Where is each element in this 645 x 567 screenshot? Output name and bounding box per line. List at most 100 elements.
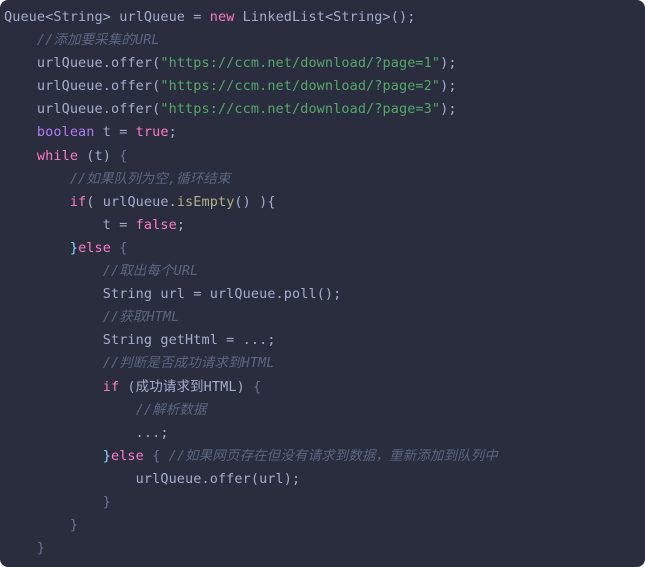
code-token: ( <box>86 193 103 210</box>
code-line: //如果队列为空,循环结束 <box>0 168 645 191</box>
code-token: false <box>135 216 177 233</box>
code-token: //获取HTML <box>102 309 180 326</box>
code-token: if <box>102 378 120 395</box>
code-token: url <box>152 286 194 303</box>
code-token: isEmpty <box>176 193 235 210</box>
code-line: } <box>0 491 645 514</box>
code-line: }else { <box>0 237 645 260</box>
code-token: String <box>333 9 383 25</box>
code-token: offer <box>110 101 153 118</box>
code-line: urlQueue.offer("https://ccm.net/download… <box>0 98 645 121</box>
code-token: //如果队列为空,循环结束 <box>69 170 231 187</box>
code-token: //如果网页存在但没有请求到数据，重新添加到队列中 <box>168 447 498 464</box>
code-token: = <box>119 124 136 141</box>
code-token: (t) <box>78 147 120 164</box>
code-token: "https://ccm.net/download/?page=1" <box>160 55 441 72</box>
code-token: "https://ccm.net/download/?page=3" <box>160 101 441 118</box>
code-token: >(); <box>382 9 416 25</box>
code-token: . <box>102 55 111 72</box>
code-line: urlQueue.offer("https://ccm.net/download… <box>0 52 645 75</box>
code-token: ); <box>440 78 457 95</box>
code-token: urlQueue <box>36 55 103 72</box>
code-line: //取出每个URL <box>0 260 645 283</box>
code-token: true <box>135 124 169 141</box>
code-token: (url); <box>250 470 301 487</box>
code-token: () ){ <box>234 193 276 210</box>
code-token: (成功请求到HTML) <box>119 378 254 395</box>
code-token: new <box>209 9 235 25</box>
code-token: LinkedList <box>242 9 325 25</box>
code-token: String <box>102 286 153 303</box>
code-token: if <box>69 193 87 210</box>
code-token: = <box>119 216 136 233</box>
code-token: = <box>185 9 210 25</box>
code-token: else <box>110 447 144 464</box>
code-token: t <box>94 124 120 141</box>
code-token: } <box>69 517 79 534</box>
code-line: if (成功请求到HTML) { <box>0 376 645 399</box>
code-line: t = false; <box>0 214 645 237</box>
code-token: } <box>69 239 79 256</box>
code-token: boolean <box>36 124 95 141</box>
code-token: . <box>201 470 210 487</box>
code-token: ); <box>440 101 457 118</box>
code-line: Queue<String> urlQueue = new LinkedList<… <box>0 6 645 29</box>
code-line: String url = urlQueue.poll(); <box>0 283 645 306</box>
code-token: > <box>102 9 120 25</box>
code-token: ; <box>176 216 186 233</box>
code-token: } <box>102 493 111 510</box>
code-token: urlQueue <box>135 470 202 487</box>
code-token: = <box>226 332 243 349</box>
code-token: offer <box>209 470 251 487</box>
code-token: ...; <box>242 332 276 349</box>
code-block[interactable]: Queue<String> urlQueue = new LinkedList<… <box>0 0 645 567</box>
code-token: urlQueue <box>36 101 103 118</box>
code-token: . <box>168 193 177 210</box>
code-line: } <box>0 537 645 560</box>
code-token: } <box>36 540 46 557</box>
code-line: } <box>0 514 645 537</box>
code-token: ); <box>440 55 457 72</box>
code-token: ...; <box>135 424 169 441</box>
code-token: { <box>253 378 262 395</box>
code-line: urlQueue.offer("https://ccm.net/download… <box>0 75 645 98</box>
code-token: = <box>193 286 210 303</box>
code-token: "https://ccm.net/download/?page=2" <box>160 78 441 95</box>
code-line: }else { //如果网页存在但没有请求到数据，重新添加到队列中 <box>0 445 645 468</box>
code-token: //添加要采集的URL <box>36 32 160 49</box>
code-token: //解析数据 <box>135 401 207 418</box>
code-line: urlQueue.offer(url); <box>0 468 645 491</box>
code-token: getHtml <box>152 332 227 349</box>
code-lines-container: Queue<String> urlQueue = new LinkedList<… <box>0 6 645 560</box>
code-token: Queue <box>4 9 46 25</box>
code-token: ; <box>168 124 177 141</box>
code-token: offer <box>110 55 153 72</box>
code-token: offer <box>110 78 153 95</box>
code-token: . <box>102 78 111 95</box>
code-token: //判断是否成功请求到HTML <box>102 355 275 372</box>
code-line: //获取HTML <box>0 306 645 329</box>
code-token: urlQueue <box>102 193 169 210</box>
